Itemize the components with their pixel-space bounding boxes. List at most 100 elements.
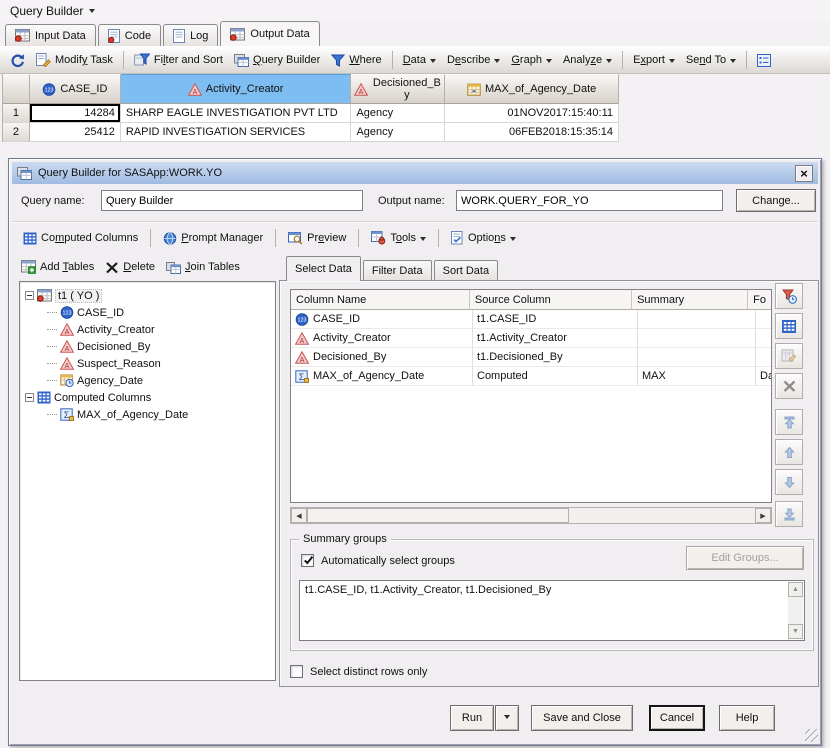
tab-input-data[interactable]: Input Data bbox=[5, 24, 96, 46]
scrollbar-track[interactable] bbox=[569, 508, 755, 523]
cell-case-id[interactable]: 25412 bbox=[29, 123, 121, 142]
tree-item-decisioned-by[interactable]: A Decisioned_By bbox=[20, 338, 275, 355]
tools-menu-button[interactable]: Tools bbox=[367, 229, 430, 247]
move-up-button[interactable] bbox=[775, 439, 803, 465]
cell-max-of-agency-date[interactable]: 01NOV2017:15:40:11 bbox=[445, 104, 619, 123]
scroll-left-button[interactable]: ◀ bbox=[291, 508, 307, 523]
table-row[interactable]: Σ MAX_of_Agency_Date Computed MAX Da bbox=[291, 367, 771, 386]
cell-activity-creator[interactable]: SHARP EAGLE INVESTIGATION PVT LTD bbox=[120, 104, 352, 123]
table-row[interactable]: A Activity_Creator t1.Activity_Creator bbox=[291, 329, 771, 348]
column-header-case-id[interactable]: 123 CASE_ID bbox=[29, 74, 121, 104]
auto-select-groups-checkbox[interactable] bbox=[301, 554, 314, 567]
tab-code[interactable]: Code bbox=[97, 24, 162, 46]
header-summary[interactable]: Summary bbox=[632, 290, 749, 310]
move-down-button[interactable] bbox=[775, 469, 803, 495]
resize-grip[interactable] bbox=[805, 729, 818, 742]
cell-source-column: t1.CASE_ID bbox=[473, 310, 638, 329]
summary-groups-value-box[interactable]: t1.CASE_ID, t1.Activity_Creator, t1.Deci… bbox=[299, 580, 805, 641]
header-format[interactable]: Fo bbox=[748, 290, 771, 310]
tab-filter-data[interactable]: Filter Data bbox=[362, 260, 432, 281]
task-title-dropdown-icon[interactable] bbox=[89, 9, 96, 16]
send-to-menu-button[interactable]: Send To bbox=[682, 52, 740, 68]
row-number-cell[interactable]: 1 bbox=[3, 104, 30, 123]
where-button[interactable]: Where bbox=[327, 52, 385, 69]
tree-item-computed-columns[interactable]: Computed Columns bbox=[20, 389, 275, 406]
cell-decisioned-by[interactable]: Agency bbox=[351, 123, 446, 142]
output-name-input[interactable] bbox=[456, 190, 723, 211]
table-row[interactable]: A Decisioned_By t1.Decisioned_By bbox=[291, 348, 771, 367]
edit-column-button[interactable] bbox=[775, 343, 803, 369]
tab-log[interactable]: Log bbox=[163, 24, 219, 46]
change-button[interactable]: Change... bbox=[736, 189, 816, 212]
join-tables-button[interactable]: Join Tables bbox=[166, 261, 240, 274]
export-menu-button[interactable]: Export bbox=[629, 52, 679, 68]
cell-case-id[interactable]: 14284 bbox=[29, 104, 121, 123]
svg-text:A: A bbox=[359, 89, 364, 96]
delete-button[interactable]: Delete bbox=[105, 261, 155, 274]
edit-groups-button[interactable]: Edit Groups... bbox=[686, 546, 804, 570]
header-source-column[interactable]: Source Column bbox=[469, 290, 633, 310]
analyze-menu-button[interactable]: Analyze bbox=[559, 52, 616, 68]
tab-output-data[interactable]: Output Data bbox=[220, 21, 320, 46]
query-name-input[interactable] bbox=[101, 190, 363, 211]
computed-columns-stack-button[interactable] bbox=[775, 313, 803, 339]
tree-item-activity-creator[interactable]: A Activity_Creator bbox=[20, 321, 275, 338]
vertical-scrollbar[interactable]: ▲ ▼ bbox=[788, 582, 803, 639]
computed-columns-button[interactable]: Computed Columns bbox=[19, 230, 142, 247]
scroll-right-button[interactable]: ▶ bbox=[755, 508, 771, 523]
move-bottom-button[interactable] bbox=[775, 501, 803, 527]
data-menu-button[interactable]: Data bbox=[399, 52, 440, 68]
refresh-button[interactable] bbox=[6, 51, 29, 69]
tree-item-max-of-agency-date[interactable]: Σ MAX_of_Agency_Date bbox=[20, 406, 275, 423]
dialog-titlebar[interactable]: Query Builder for SASApp:WORK.YO × bbox=[12, 162, 818, 184]
delete-column-button[interactable] bbox=[775, 373, 803, 399]
tree-item-case-id[interactable]: 123 CASE_ID bbox=[20, 304, 275, 321]
column-header-activity-creator[interactable]: A Activity_Creator bbox=[120, 74, 352, 104]
modify-task-icon bbox=[36, 53, 51, 67]
tree-item-t1[interactable]: t1 ( YO ) bbox=[20, 287, 275, 304]
scroll-up-button[interactable]: ▲ bbox=[788, 582, 803, 597]
select-distinct-checkbox[interactable] bbox=[290, 665, 303, 678]
filter-and-sort-button[interactable]: Filter and Sort bbox=[130, 51, 227, 69]
properties-button[interactable] bbox=[775, 283, 803, 309]
save-and-close-button[interactable]: Save and Close bbox=[531, 705, 633, 731]
scroll-down-button[interactable]: ▼ bbox=[788, 624, 803, 639]
filter-and-sort-icon bbox=[133, 53, 150, 67]
prompt-manager-icon bbox=[163, 231, 177, 245]
prompt-manager-button[interactable]: Prompt Manager bbox=[159, 230, 267, 247]
graph-menu-button[interactable]: Graph bbox=[507, 52, 556, 68]
scrollbar-thumb[interactable] bbox=[307, 508, 569, 523]
close-button[interactable]: × bbox=[795, 164, 813, 182]
preview-button[interactable]: Preview bbox=[284, 229, 350, 247]
run-dropdown-button[interactable] bbox=[495, 705, 519, 731]
datetime-column-icon bbox=[60, 374, 74, 387]
add-tables-button[interactable]: Add Tables bbox=[21, 260, 94, 274]
cell-activity-creator[interactable]: RAPID INVESTIGATION SERVICES bbox=[120, 123, 352, 142]
cell-max-of-agency-date[interactable]: 06FEB2018:15:35:14 bbox=[445, 123, 619, 142]
grid-corner-cell[interactable] bbox=[3, 74, 30, 104]
cancel-button[interactable]: Cancel bbox=[649, 705, 705, 731]
auto-select-groups-label: Automatically select groups bbox=[321, 554, 455, 567]
query-builder-button[interactable]: Query Builder bbox=[230, 52, 324, 69]
help-button[interactable]: Help bbox=[719, 705, 775, 731]
move-top-button[interactable] bbox=[775, 409, 803, 435]
collapse-icon[interactable] bbox=[25, 291, 34, 300]
modify-task-button[interactable]: Modify Task bbox=[32, 51, 117, 69]
collapse-icon[interactable] bbox=[25, 393, 34, 402]
cell-summary: MAX bbox=[638, 367, 756, 386]
row-number-cell[interactable]: 2 bbox=[3, 123, 30, 142]
tab-sort-data[interactable]: Sort Data bbox=[433, 260, 499, 281]
column-header-max-of-agency-date[interactable]: MAX_of_Agency_Date bbox=[445, 74, 619, 104]
options-menu-button[interactable]: Options bbox=[447, 229, 520, 247]
column-header-decisioned-by[interactable]: A Decisioned_By bbox=[351, 74, 446, 104]
header-column-name[interactable]: Column Name bbox=[291, 290, 470, 310]
tree-item-agency-date[interactable]: Agency_Date bbox=[20, 372, 275, 389]
cell-decisioned-by[interactable]: Agency bbox=[351, 104, 446, 123]
describe-menu-button[interactable]: Describe bbox=[443, 52, 504, 68]
tab-select-data[interactable]: Select Data bbox=[286, 256, 361, 281]
table-row[interactable]: 123 CASE_ID t1.CASE_ID bbox=[291, 310, 771, 329]
properties-list-button[interactable] bbox=[753, 52, 775, 69]
run-button[interactable]: Run bbox=[450, 705, 494, 731]
horizontal-scrollbar[interactable]: ◀ ▶ bbox=[290, 507, 772, 524]
tree-item-suspect-reason[interactable]: A Suspect_Reason bbox=[20, 355, 275, 372]
